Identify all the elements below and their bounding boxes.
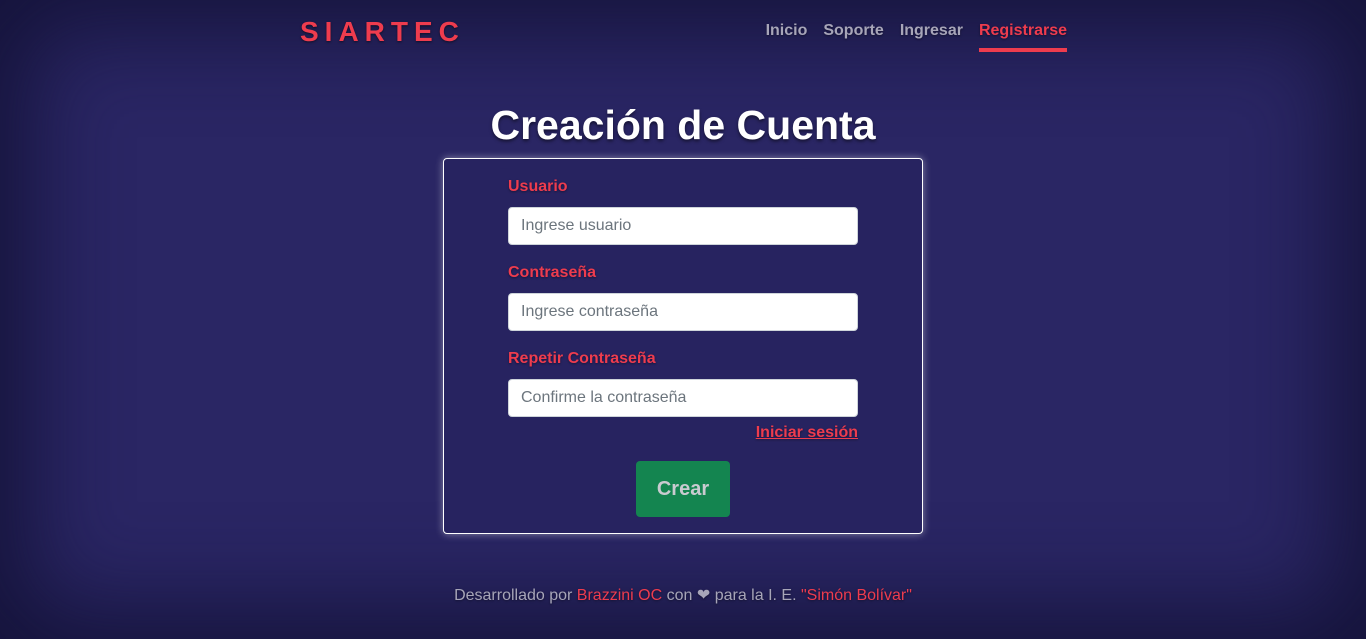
username-label: Usuario bbox=[508, 178, 568, 195]
nav-link-inicio[interactable]: Inicio bbox=[766, 22, 808, 52]
nav-link-ingresar[interactable]: Ingresar bbox=[900, 22, 963, 52]
password-label: Contraseña bbox=[508, 264, 597, 281]
password-input[interactable] bbox=[508, 293, 858, 331]
create-account-button[interactable]: Crear bbox=[636, 461, 730, 517]
site-footer: Desarrollado por Brazzini OC con ❤ para … bbox=[0, 585, 1366, 605]
footer-middle: con ❤ para la I. E. bbox=[666, 587, 797, 604]
footer-school-link[interactable]: "Simón Bolívar" bbox=[801, 587, 912, 604]
footer-prefix: Desarrollado por bbox=[454, 587, 573, 604]
nav-link-soporte[interactable]: Soporte bbox=[823, 22, 883, 52]
footer-author-link[interactable]: Brazzini OC bbox=[577, 587, 662, 604]
username-input[interactable] bbox=[508, 207, 858, 245]
login-link[interactable]: Iniciar sesión bbox=[756, 424, 858, 442]
register-form-card: Usuario Contraseña Repetir Contraseña In… bbox=[443, 158, 923, 534]
nav-link-registrarse[interactable]: Registrarse bbox=[978, 22, 1067, 52]
main-nav: Inicio Soporte Ingresar Registrarse bbox=[0, 22, 1067, 52]
confirm-password-input[interactable] bbox=[508, 379, 858, 417]
site-header: SIARTEC Inicio Soporte Ingresar Registra… bbox=[0, 0, 1366, 64]
page-title: Creación de Cuenta bbox=[490, 102, 876, 148]
confirm-password-label: Repetir Contraseña bbox=[508, 350, 656, 367]
